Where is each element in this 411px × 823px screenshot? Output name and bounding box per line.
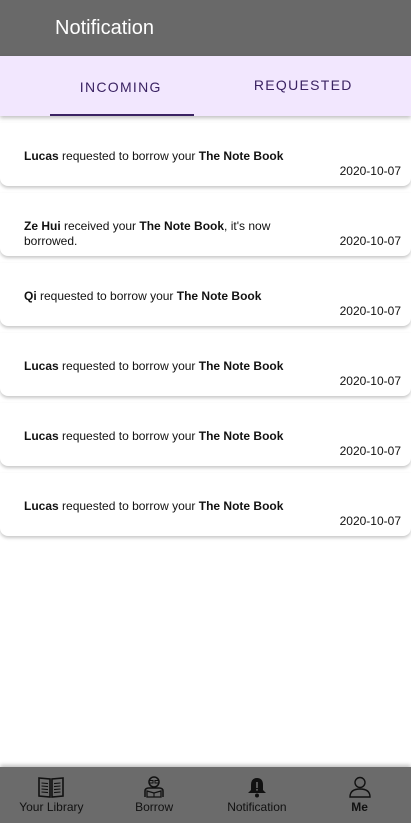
- notification-user: Lucas: [24, 149, 59, 163]
- notification-book: The Note Book: [176, 289, 262, 303]
- reader-icon: [144, 776, 164, 798]
- notification-user: Lucas: [24, 359, 59, 373]
- notification-book: The Note Book: [139, 219, 225, 233]
- notification-user: Lucas: [24, 429, 59, 443]
- nav-your-library-label: Your Library: [19, 800, 84, 814]
- notification-message: Lucas requested to borrow your The Note …: [24, 359, 294, 374]
- notification-item[interactable]: Lucas requested to borrow your The Note …: [0, 123, 411, 186]
- notification-date: 2020-10-07: [339, 164, 401, 178]
- person-icon: [348, 776, 371, 798]
- notification-message: Lucas requested to borrow your The Note …: [24, 429, 294, 444]
- notification-item[interactable]: Lucas requested to borrow your The Note …: [0, 403, 411, 466]
- nav-notification[interactable]: Notification: [206, 767, 309, 823]
- notification-item[interactable]: Qi requested to borrow your The Note Boo…: [0, 263, 411, 326]
- page-title: Notification: [55, 16, 154, 39]
- notification-message: Lucas requested to borrow your The Note …: [24, 499, 294, 514]
- bell-icon: [247, 778, 266, 798]
- notification-item[interactable]: Lucas requested to borrow your The Note …: [0, 473, 411, 536]
- tab-requested-label: REQUESTED: [253, 76, 353, 93]
- tab-incoming-label: INCOMING: [79, 79, 162, 95]
- notification-message: Lucas requested to borrow your The Note …: [24, 149, 294, 164]
- tab-requested[interactable]: REQUESTED: [206, 56, 411, 116]
- notification-text: requested to borrow your: [36, 289, 177, 303]
- notification-user: Ze Hui: [24, 219, 61, 233]
- nav-notification-label: Notification: [227, 800, 287, 814]
- notification-list: Lucas requested to borrow your The Note …: [0, 123, 411, 543]
- notification-text: received your: [60, 219, 140, 233]
- bottom-navigation: Your Library Borrow Notification Me: [0, 767, 411, 823]
- notification-date: 2020-10-07: [339, 444, 401, 458]
- notification-item[interactable]: Lucas requested to borrow your The Note …: [0, 333, 411, 396]
- nav-me-label: Me: [351, 800, 368, 814]
- notification-message: Ze Hui received your The Note Book, it's…: [24, 219, 294, 249]
- book-icon: [38, 777, 65, 798]
- notification-book: The Note Book: [198, 359, 284, 373]
- notification-text: requested to borrow your: [58, 429, 199, 443]
- notification-text: requested to borrow your: [58, 499, 199, 513]
- notification-text: requested to borrow your: [58, 149, 199, 163]
- notification-item[interactable]: Ze Hui received your The Note Book, it's…: [0, 193, 411, 256]
- notification-date: 2020-10-07: [339, 304, 401, 318]
- tab-bar: INCOMING REQUESTED: [0, 56, 411, 116]
- nav-borrow[interactable]: Borrow: [103, 767, 206, 823]
- notification-book: The Note Book: [198, 499, 284, 513]
- tab-incoming[interactable]: INCOMING: [0, 56, 206, 116]
- notification-message: Qi requested to borrow your The Note Boo…: [24, 289, 294, 304]
- notification-user: Lucas: [24, 499, 59, 513]
- app-bar: Notification: [0, 0, 411, 56]
- nav-me[interactable]: Me: [308, 767, 411, 823]
- notification-user: Qi: [24, 289, 37, 303]
- notification-date: 2020-10-07: [339, 374, 401, 388]
- notification-date: 2020-10-07: [339, 234, 401, 248]
- nav-your-library[interactable]: Your Library: [0, 767, 103, 823]
- nav-borrow-label: Borrow: [135, 800, 174, 814]
- notification-date: 2020-10-07: [339, 514, 401, 528]
- notification-text: requested to borrow your: [58, 359, 199, 373]
- notification-book: The Note Book: [198, 149, 284, 163]
- notification-book: The Note Book: [198, 429, 284, 443]
